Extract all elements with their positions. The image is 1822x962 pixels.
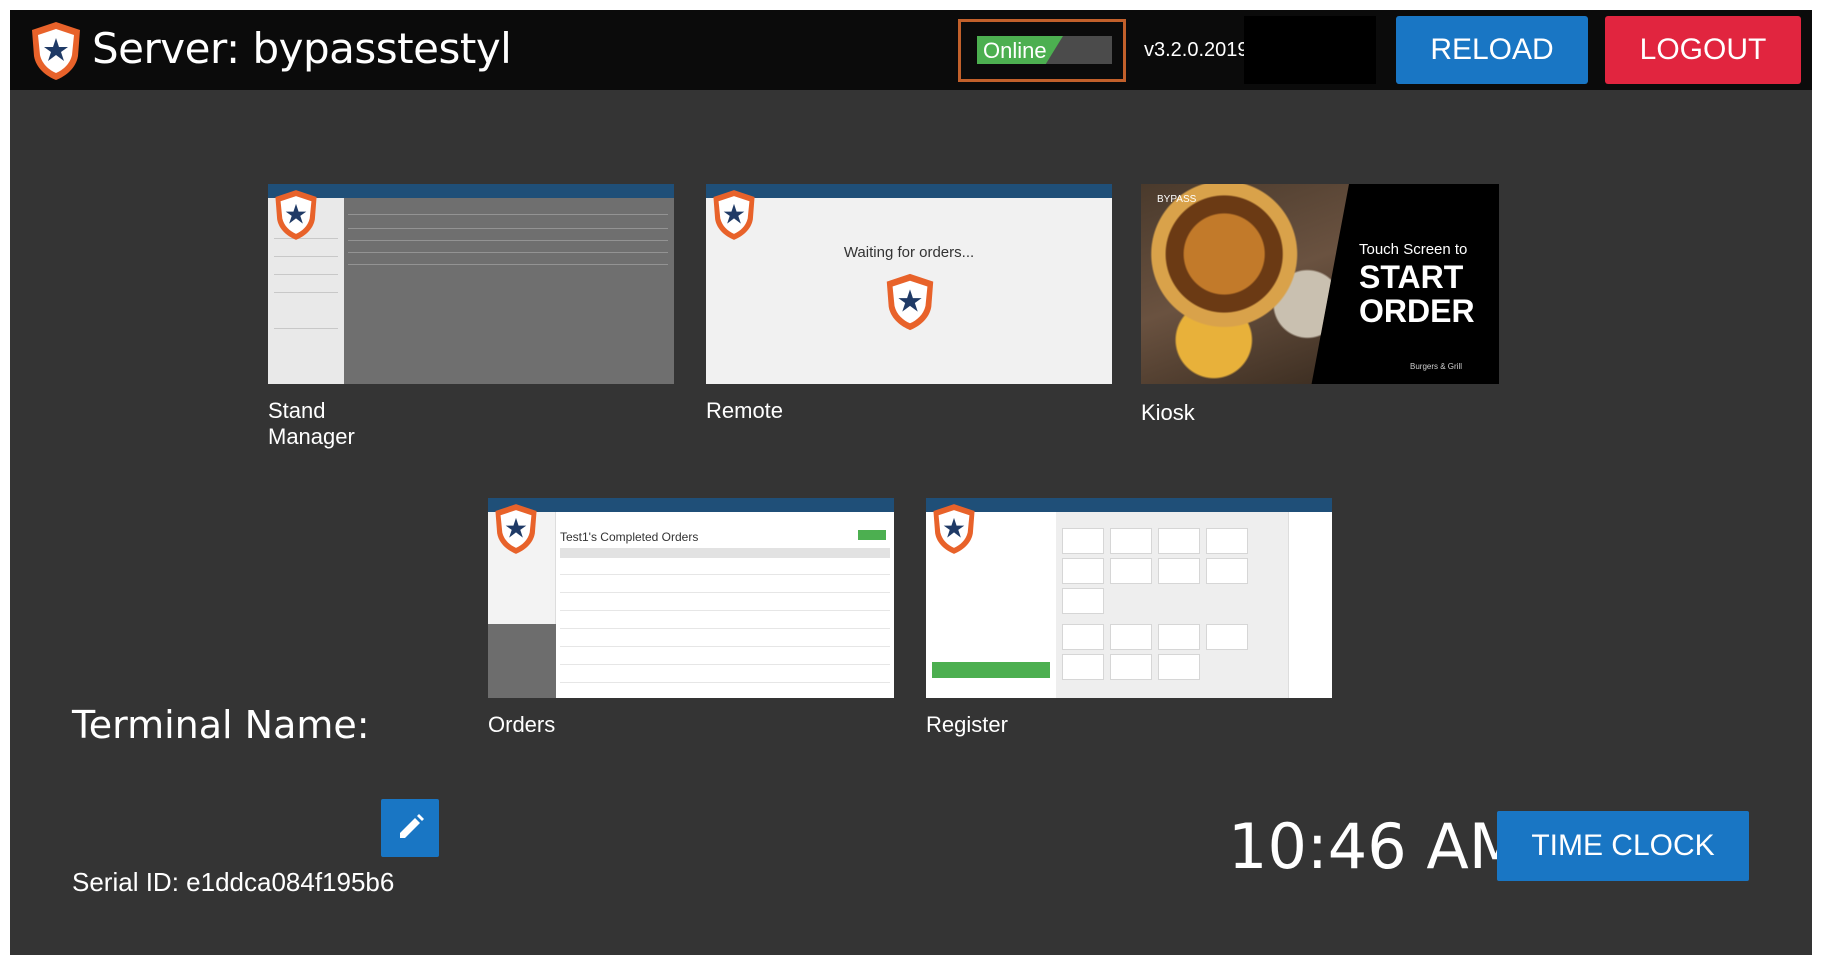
kiosk-tagline: Burgers & Grill (1410, 362, 1463, 371)
orders-title: Test1's Completed Orders (560, 530, 699, 544)
shield-star-icon (32, 22, 80, 80)
status-toggle[interactable]: Online (977, 36, 1112, 64)
orders-thumbnail[interactable]: Test1's Completed Orders (488, 498, 894, 698)
kiosk-start-line1: START (1359, 259, 1464, 295)
tile-label: Stand Manager (268, 398, 355, 449)
mini-row (560, 682, 890, 683)
kiosk-start-line2: ORDER (1359, 293, 1475, 329)
mini-row (560, 646, 890, 647)
mini-categories (1288, 512, 1332, 698)
remote-thumbnail[interactable]: Waiting for orders... (706, 184, 1112, 384)
tile-label: Register (926, 712, 1008, 737)
shield-star-icon (495, 504, 537, 554)
shield-star-icon (275, 190, 317, 240)
shield-star-icon (886, 273, 934, 331)
waiting-text: Waiting for orders... (843, 244, 975, 261)
burger-image (1141, 184, 1349, 384)
mini-row (348, 214, 668, 215)
mini-header (926, 498, 1332, 512)
mini-header (488, 498, 894, 512)
edit-terminal-button[interactable] (381, 799, 439, 857)
mini-checkout (932, 662, 1050, 678)
terminal-name-label: Terminal Name: (72, 703, 370, 747)
logout-button[interactable]: LOGOUT (1605, 16, 1801, 84)
mini-row (348, 228, 668, 229)
server-title: Server: bypasstestyl (92, 24, 512, 73)
mini-row (560, 664, 890, 665)
time-clock-button[interactable]: TIME CLOCK (1497, 811, 1749, 881)
mini-header (268, 184, 674, 198)
tile-label: Orders (488, 712, 556, 737)
mini-tabs (560, 548, 890, 558)
register-thumbnail[interactable] (926, 498, 1332, 698)
kiosk-thumbnail[interactable]: BYPASS Touch Screen to START ORDER Burge… (1141, 184, 1499, 384)
kiosk-start-text: START ORDER (1359, 260, 1475, 328)
mini-row (560, 628, 890, 629)
mini-row (560, 610, 890, 611)
redacted-area (1244, 16, 1376, 84)
kiosk-touch-text: Touch Screen to (1359, 241, 1468, 258)
mini-row (348, 264, 668, 265)
status-indicator: Online (958, 19, 1126, 82)
clock: 10:46 AM (1228, 810, 1523, 883)
mini-header (706, 184, 1112, 198)
pencil-icon (400, 814, 424, 838)
shield-star-icon (713, 190, 755, 240)
header-bar: Server: bypasstestyl Online v3.2.0.2019 … (10, 10, 1812, 90)
mini-row (560, 574, 890, 575)
kiosk-brand: BYPASS (1157, 194, 1197, 205)
mini-button (858, 530, 886, 540)
stand-manager-thumbnail[interactable] (268, 184, 674, 384)
tile-label: Kiosk (1141, 400, 1195, 425)
app-frame: Server: bypasstestyl Online v3.2.0.2019 … (10, 10, 1812, 955)
mini-row (560, 592, 890, 593)
reload-button[interactable]: RELOAD (1396, 16, 1588, 84)
mini-row (348, 240, 668, 241)
tile-label: Remote (706, 398, 784, 423)
shield-star-icon (933, 504, 975, 554)
mini-row (348, 252, 668, 253)
status-label: Online (983, 38, 1047, 63)
serial-id: Serial ID: e1ddca084f195b6 (72, 867, 395, 897)
version-label: v3.2.0.2019 (1144, 39, 1249, 61)
